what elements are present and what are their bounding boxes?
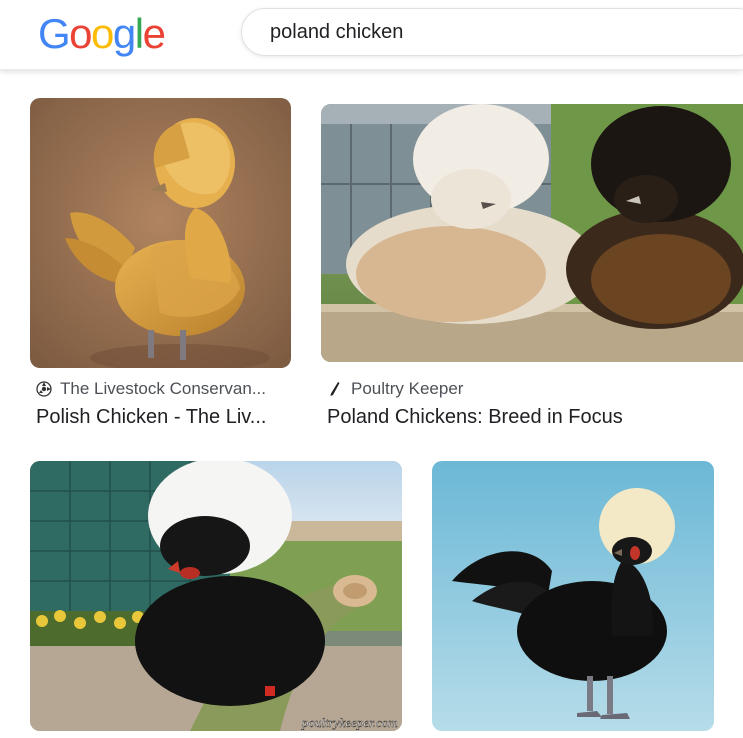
watermark-text: poultrykeeper.com bbox=[301, 715, 398, 730]
search-input[interactable] bbox=[270, 9, 730, 55]
result-source-text: The Livestock Conservan... bbox=[60, 379, 266, 398]
white-crested-black-rooster-image bbox=[432, 461, 714, 731]
logo-letter: g bbox=[112, 10, 136, 57]
logo-letter: l bbox=[134, 10, 144, 57]
livestock-conservancy-icon bbox=[36, 381, 52, 397]
result-source-text: Poultry Keeper bbox=[351, 379, 464, 398]
result-source-2[interactable]: Poultry Keeper bbox=[327, 378, 627, 400]
result-title-2[interactable]: Poland Chickens: Breed in Focus bbox=[327, 406, 737, 432]
logo-letter: G bbox=[38, 10, 71, 57]
logo-letter: o bbox=[91, 10, 114, 57]
logo-letter: o bbox=[69, 10, 92, 57]
result-image-4[interactable] bbox=[432, 461, 714, 731]
result-title-1[interactable]: Polish Chicken - The Liv... bbox=[36, 406, 291, 432]
top-bar: Google bbox=[0, 0, 743, 70]
result-image-3[interactable]: poultrykeeper.com bbox=[30, 461, 402, 731]
golden-polish-chicken-image bbox=[30, 98, 291, 368]
frizzle-polish-chickens-image bbox=[321, 104, 743, 362]
result-source-1[interactable]: The Livestock Conservan... bbox=[36, 378, 291, 400]
logo-letter: e bbox=[142, 10, 166, 57]
white-crested-black-polish-image: poultrykeeper.com bbox=[30, 461, 402, 731]
poultry-keeper-icon bbox=[330, 382, 340, 396]
result-image-2[interactable] bbox=[321, 104, 743, 362]
search-box[interactable] bbox=[241, 8, 743, 56]
google-logo[interactable]: Google bbox=[38, 6, 166, 62]
result-image-1[interactable] bbox=[30, 98, 291, 368]
